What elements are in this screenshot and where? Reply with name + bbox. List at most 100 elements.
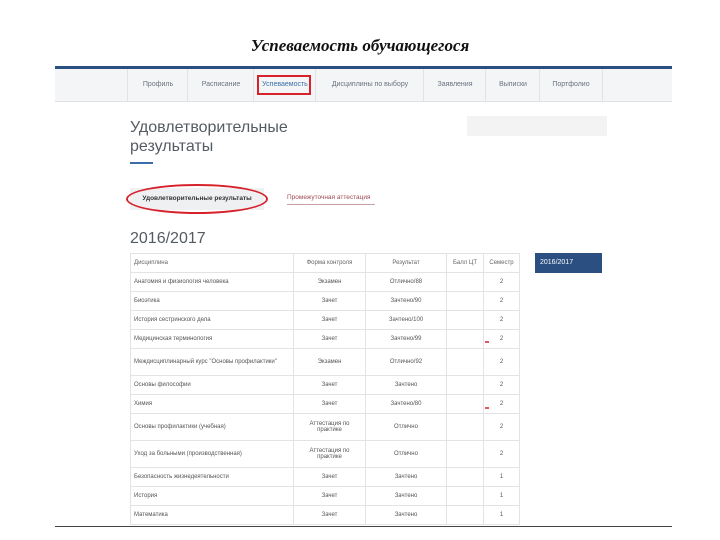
grades-table: Дисциплина Форма контроля Результат Балл… (130, 253, 520, 525)
main-nav: Профиль Расписание Успеваемость Дисципли… (55, 69, 672, 102)
academic-year-title: 2016/2017 (130, 230, 206, 247)
cell-score (446, 467, 484, 487)
cell-result: Отлично (365, 413, 447, 441)
header-result[interactable]: Результат (365, 253, 447, 273)
cell-control-form: Зачет (293, 486, 366, 506)
cell-semester: 2 (483, 394, 520, 414)
cell-semester: 2 (483, 329, 520, 349)
cell-discipline: История (130, 486, 294, 506)
cell-control-form: Зачет (293, 375, 366, 395)
cell-control-form: Зачет (293, 467, 366, 487)
cell-control-form: Экзамен (293, 272, 366, 292)
cell-score (446, 413, 484, 441)
cell-result: Зачтено (365, 375, 447, 395)
cell-result: Зачтено/90 (365, 291, 447, 311)
nav-item-statements[interactable]: Выписки (485, 69, 540, 101)
screenshot-frame: Профиль Расписание Успеваемость Дисципли… (55, 66, 672, 527)
cell-semester: 2 (483, 272, 520, 292)
nav-item-schedule[interactable]: Расписание (187, 69, 254, 101)
cell-score (446, 348, 484, 376)
cell-control-form: Экзамен (293, 348, 366, 376)
header-semester[interactable]: Семестр (483, 253, 520, 273)
table-row: Анатомия и физиология человека Экзамен О… (130, 272, 520, 292)
cell-score (446, 375, 484, 395)
cell-semester: 2 (483, 348, 520, 376)
cell-result: Зачтено (365, 505, 447, 525)
cell-control-form: Зачет (293, 394, 366, 414)
cell-score (446, 272, 484, 292)
annotation-mark (485, 407, 489, 409)
cell-discipline: Основы профилактики (учебная) (130, 413, 294, 441)
cell-control-form: Зачет (293, 505, 366, 525)
table-row: Химия Зачет Зачтено/80 2 (130, 394, 520, 414)
cell-discipline: Уход за больными (производственная) (130, 440, 294, 468)
header-control-form[interactable]: Форма контроля (293, 253, 366, 273)
cell-result: Отлично/88 (365, 272, 447, 292)
year-select-button[interactable]: 2016/2017 (535, 253, 602, 273)
cell-semester: 1 (483, 505, 520, 525)
table-row: История Зачет Зачтено 1 (130, 486, 520, 506)
heading-underline (130, 162, 153, 164)
cell-discipline: Математика (130, 505, 294, 525)
cell-score (446, 291, 484, 311)
header-score[interactable]: Балл ЦТ (446, 253, 484, 273)
page-heading: Удовлетворительные результаты (130, 118, 350, 156)
cell-discipline: Анатомия и физиология человека (130, 272, 294, 292)
cell-result: Зачтено/99 (365, 329, 447, 349)
cell-discipline: Биоэтика (130, 291, 294, 311)
nav-item-electives[interactable]: Дисциплины по выбору (315, 69, 424, 101)
nav-item-portfolio[interactable]: Портфолио (539, 69, 603, 101)
cell-discipline: Безопасность жизнедеятельности (130, 467, 294, 487)
cell-semester: 1 (483, 486, 520, 506)
cell-result: Зачтено/80 (365, 394, 447, 414)
cell-discipline: История сестринского дела (130, 310, 294, 330)
table-row: Безопасность жизнедеятельности Зачет Зач… (130, 467, 520, 487)
cell-control-form: Зачет (293, 329, 366, 349)
nav-highlight-ring (257, 75, 311, 95)
nav-item-applications[interactable]: Заявления (423, 69, 486, 101)
table-row: Основы философии Зачет Зачтено 2 (130, 375, 520, 395)
tab-underline (287, 204, 375, 205)
page-heading-line1: Удовлетворительные (130, 119, 288, 136)
table-row: Междисциплинарный курс "Основы профилакт… (130, 348, 520, 376)
annotation-mark (485, 341, 489, 343)
cell-semester: 1 (483, 467, 520, 487)
cell-discipline: Междисциплинарный курс "Основы профилакт… (130, 348, 294, 376)
tab-highlight-ellipse (126, 184, 268, 214)
cell-result: Зачтено (365, 467, 447, 487)
table-row: Математика Зачет Зачтено 1 (130, 505, 520, 525)
nav-item-profile[interactable]: Профиль (127, 69, 188, 101)
cell-result: Отлично/92 (365, 348, 447, 376)
cell-score (446, 394, 484, 414)
table-row: Основы профилактики (учебная) Аттестация… (130, 413, 520, 441)
cell-score (446, 440, 484, 468)
cell-control-form: Зачет (293, 291, 366, 311)
table-row: Уход за больными (производственная) Атте… (130, 440, 520, 468)
cell-discipline: Основы философии (130, 375, 294, 395)
cell-semester: 2 (483, 413, 520, 441)
table-header-row: Дисциплина Форма контроля Результат Балл… (130, 253, 520, 273)
cell-semester: 2 (483, 291, 520, 311)
cell-control-form: Аттестация по практике (293, 440, 366, 468)
cell-control-form: Зачет (293, 310, 366, 330)
cell-discipline: Медицинская терминология (130, 329, 294, 349)
cell-semester: 2 (483, 440, 520, 468)
table-row: Биоэтика Зачет Зачтено/90 2 (130, 291, 520, 311)
cell-semester: 2 (483, 310, 520, 330)
slide-title: Успеваемость обучающегося (250, 36, 470, 55)
table-row: Медицинская терминология Зачет Зачтено/9… (130, 329, 520, 349)
cell-score (446, 505, 484, 525)
cell-score (446, 329, 484, 349)
tab-intermediate-attestation[interactable]: Промежуточная аттестация (287, 194, 371, 201)
page-heading-line2: результаты (130, 138, 214, 155)
cell-result: Зачтено/100 (365, 310, 447, 330)
cell-result: Зачтено (365, 486, 447, 506)
placeholder-block (467, 116, 607, 136)
header-discipline[interactable]: Дисциплина (130, 253, 294, 273)
cell-score (446, 486, 484, 506)
cell-result: Отлично (365, 440, 447, 468)
cell-control-form: Аттестация по практике (293, 413, 366, 441)
cell-semester: 2 (483, 375, 520, 395)
cell-discipline: Химия (130, 394, 294, 414)
table-row: История сестринского дела Зачет Зачтено/… (130, 310, 520, 330)
